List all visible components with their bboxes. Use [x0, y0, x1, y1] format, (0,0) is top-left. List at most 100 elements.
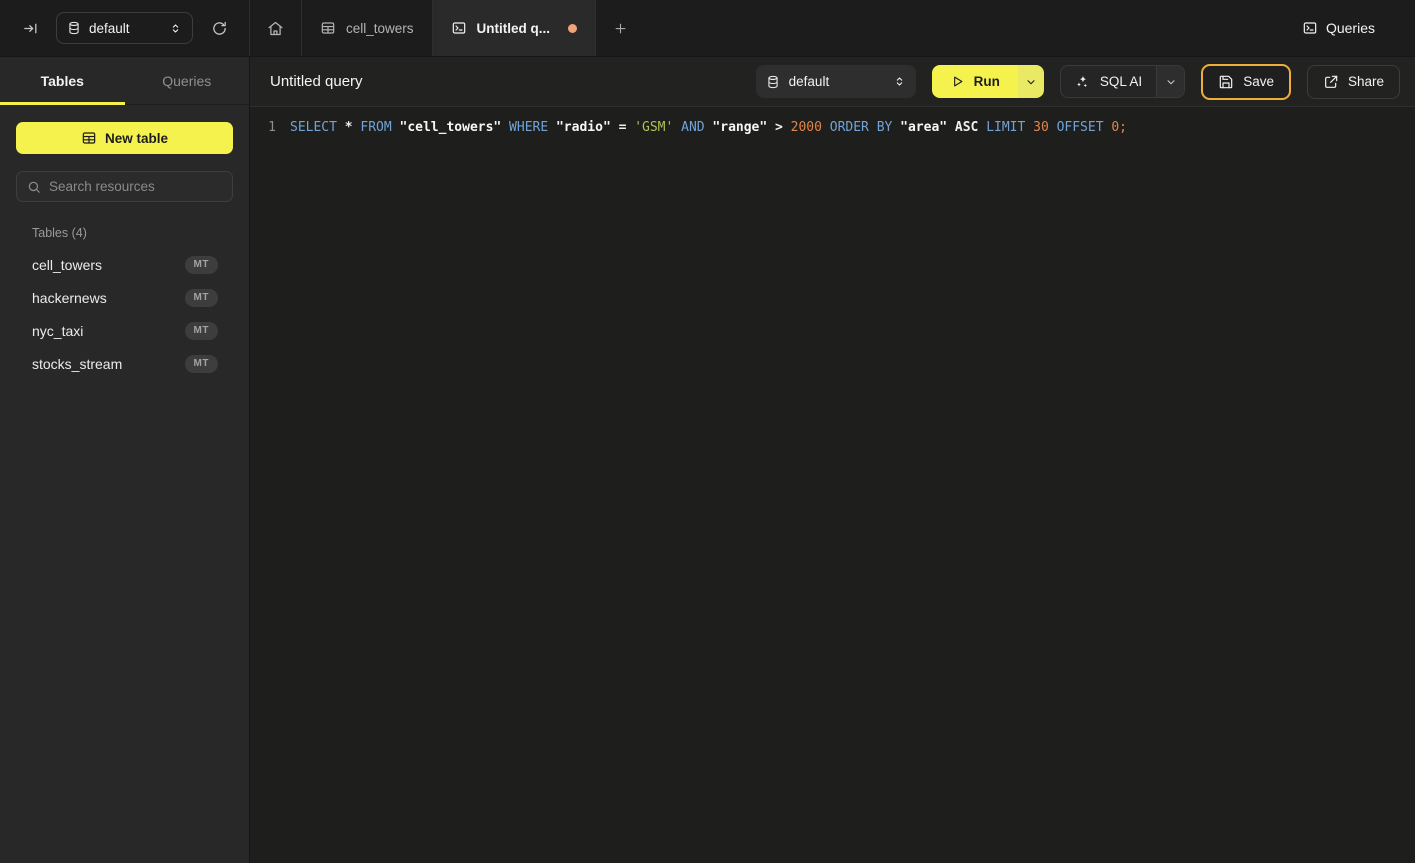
share-external-icon: [1323, 74, 1339, 90]
sidebar-tab-tables[interactable]: Tables: [0, 57, 125, 104]
line-number: 1: [250, 118, 276, 138]
sql-token: =: [619, 118, 627, 138]
sql-token: "radio": [556, 118, 611, 138]
query-toolbar: default Run: [756, 64, 1400, 100]
page-title: Untitled query: [270, 73, 363, 90]
table-row-hackernews[interactable]: hackernews MT: [0, 281, 249, 314]
save-button[interactable]: Save: [1201, 64, 1291, 100]
table-row-stocks-stream[interactable]: stocks_stream MT: [0, 347, 249, 380]
sql-token: AND: [681, 118, 704, 138]
new-tab-button[interactable]: [596, 0, 644, 56]
main-panel: Untitled query default: [250, 57, 1415, 863]
queries-label: Queries: [1326, 20, 1375, 36]
play-icon: [950, 74, 965, 89]
sql-token: "cell_towers": [400, 118, 502, 138]
search-box: [16, 171, 233, 202]
chevron-down-icon: [1165, 76, 1177, 88]
topbar-database-label: default: [89, 21, 161, 36]
sql-token: SELECT: [290, 118, 337, 138]
sidebar-collapse-button[interactable]: [16, 14, 44, 42]
sql-ai-caret[interactable]: [1156, 66, 1184, 97]
sql-token: "area": [900, 118, 947, 138]
sidebar-tab-label: Tables: [41, 73, 84, 89]
chevron-down-icon: [1025, 76, 1037, 88]
table-list: cell_towers MT hackernews MT nyc_taxi MT…: [0, 248, 249, 380]
sql-token: 2000: [791, 118, 822, 138]
sql-token: 'GSM': [634, 118, 673, 138]
tab-label: cell_towers: [346, 21, 414, 36]
table-name: hackernews: [32, 290, 185, 306]
sql-token: ASC: [955, 118, 978, 138]
tables-section-title: Tables (4): [0, 226, 249, 240]
sql-ai-split-button: SQL AI: [1060, 65, 1185, 98]
table-icon: [320, 20, 336, 36]
query-header: Untitled query default: [250, 57, 1415, 107]
queries-button[interactable]: Queries: [1302, 20, 1375, 36]
tab-untitled-query[interactable]: Untitled q...: [433, 0, 597, 56]
run-split-button: Run: [932, 65, 1044, 98]
table-row-nyc-taxi[interactable]: nyc_taxi MT: [0, 314, 249, 347]
tab-home[interactable]: [250, 0, 302, 56]
table-row-cell-towers[interactable]: cell_towers MT: [0, 248, 249, 281]
tab-bar: cell_towers Untitled q...: [250, 0, 644, 56]
sql-token: FROM: [360, 118, 391, 138]
sql-token: OFFSET: [1057, 118, 1104, 138]
home-icon: [267, 20, 284, 37]
new-table-label: New table: [105, 131, 168, 146]
unsaved-changes-dot: [568, 24, 577, 33]
sql-token: LIMIT: [986, 118, 1025, 138]
sql-ai-label: SQL AI: [1100, 74, 1142, 89]
search-input[interactable]: [49, 179, 222, 194]
query-database-label: default: [789, 74, 884, 89]
query-terminal-icon: [1302, 20, 1318, 36]
sql-token: ORDER: [830, 118, 869, 138]
chevron-updown-icon: [169, 22, 182, 35]
sql-token: >: [775, 118, 783, 138]
topbar: default cell_towers Untitl: [0, 0, 1415, 57]
sql-token: 0;: [1111, 118, 1127, 138]
sidebar: Tables Queries New table Tables (4) cell…: [0, 57, 250, 863]
topbar-database-selector[interactable]: default: [56, 12, 193, 44]
topbar-right: Queries: [1302, 0, 1415, 56]
refresh-button[interactable]: [205, 14, 233, 42]
table-icon: [81, 130, 97, 146]
run-label: Run: [974, 74, 1000, 89]
sql-token: 30: [1033, 118, 1049, 138]
sql-token: "range": [712, 118, 767, 138]
sql-token: BY: [877, 118, 893, 138]
sql-editor[interactable]: 1 SELECT * FROM "cell_towers" WHERE "radio" = '…: [250, 107, 1415, 863]
tab-cell-towers[interactable]: cell_towers: [302, 0, 433, 56]
share-button[interactable]: Share: [1307, 65, 1400, 99]
table-engine-badge: MT: [185, 256, 218, 274]
run-button[interactable]: Run: [932, 65, 1018, 98]
sql-token: WHERE: [509, 118, 548, 138]
query-database-selector[interactable]: default: [756, 65, 916, 98]
table-name: stocks_stream: [32, 356, 185, 372]
sidebar-tab-label: Queries: [162, 73, 211, 89]
query-terminal-icon: [451, 20, 467, 36]
table-name: cell_towers: [32, 257, 185, 273]
code-line-1: 1 SELECT * FROM "cell_towers" WHERE "radio" = '…: [250, 118, 1415, 138]
tab-label: Untitled q...: [477, 21, 551, 36]
sql-ai-button[interactable]: SQL AI: [1061, 66, 1156, 97]
sidebar-collapse-icon: [22, 20, 39, 37]
sidebar-tab-queries[interactable]: Queries: [125, 57, 250, 104]
table-engine-badge: MT: [185, 355, 218, 373]
new-table-button[interactable]: New table: [16, 122, 233, 154]
search-icon: [27, 180, 41, 194]
database-icon: [67, 21, 81, 35]
topbar-left: default: [0, 0, 250, 56]
save-label: Save: [1243, 74, 1274, 89]
sparkles-ai-icon: [1075, 74, 1091, 90]
refresh-icon: [211, 20, 228, 37]
table-engine-badge: MT: [185, 289, 218, 307]
run-options-caret[interactable]: [1018, 65, 1044, 98]
sql-query-text[interactable]: SELECT * FROM "cell_towers" WHERE "radio" = 'GS…: [290, 118, 1127, 138]
table-engine-badge: MT: [185, 322, 218, 340]
save-floppy-icon: [1218, 74, 1234, 90]
sql-token: *: [345, 118, 353, 138]
database-icon: [766, 75, 780, 89]
sidebar-tabs: Tables Queries: [0, 57, 249, 105]
plus-icon: [613, 21, 628, 36]
share-label: Share: [1348, 74, 1384, 89]
